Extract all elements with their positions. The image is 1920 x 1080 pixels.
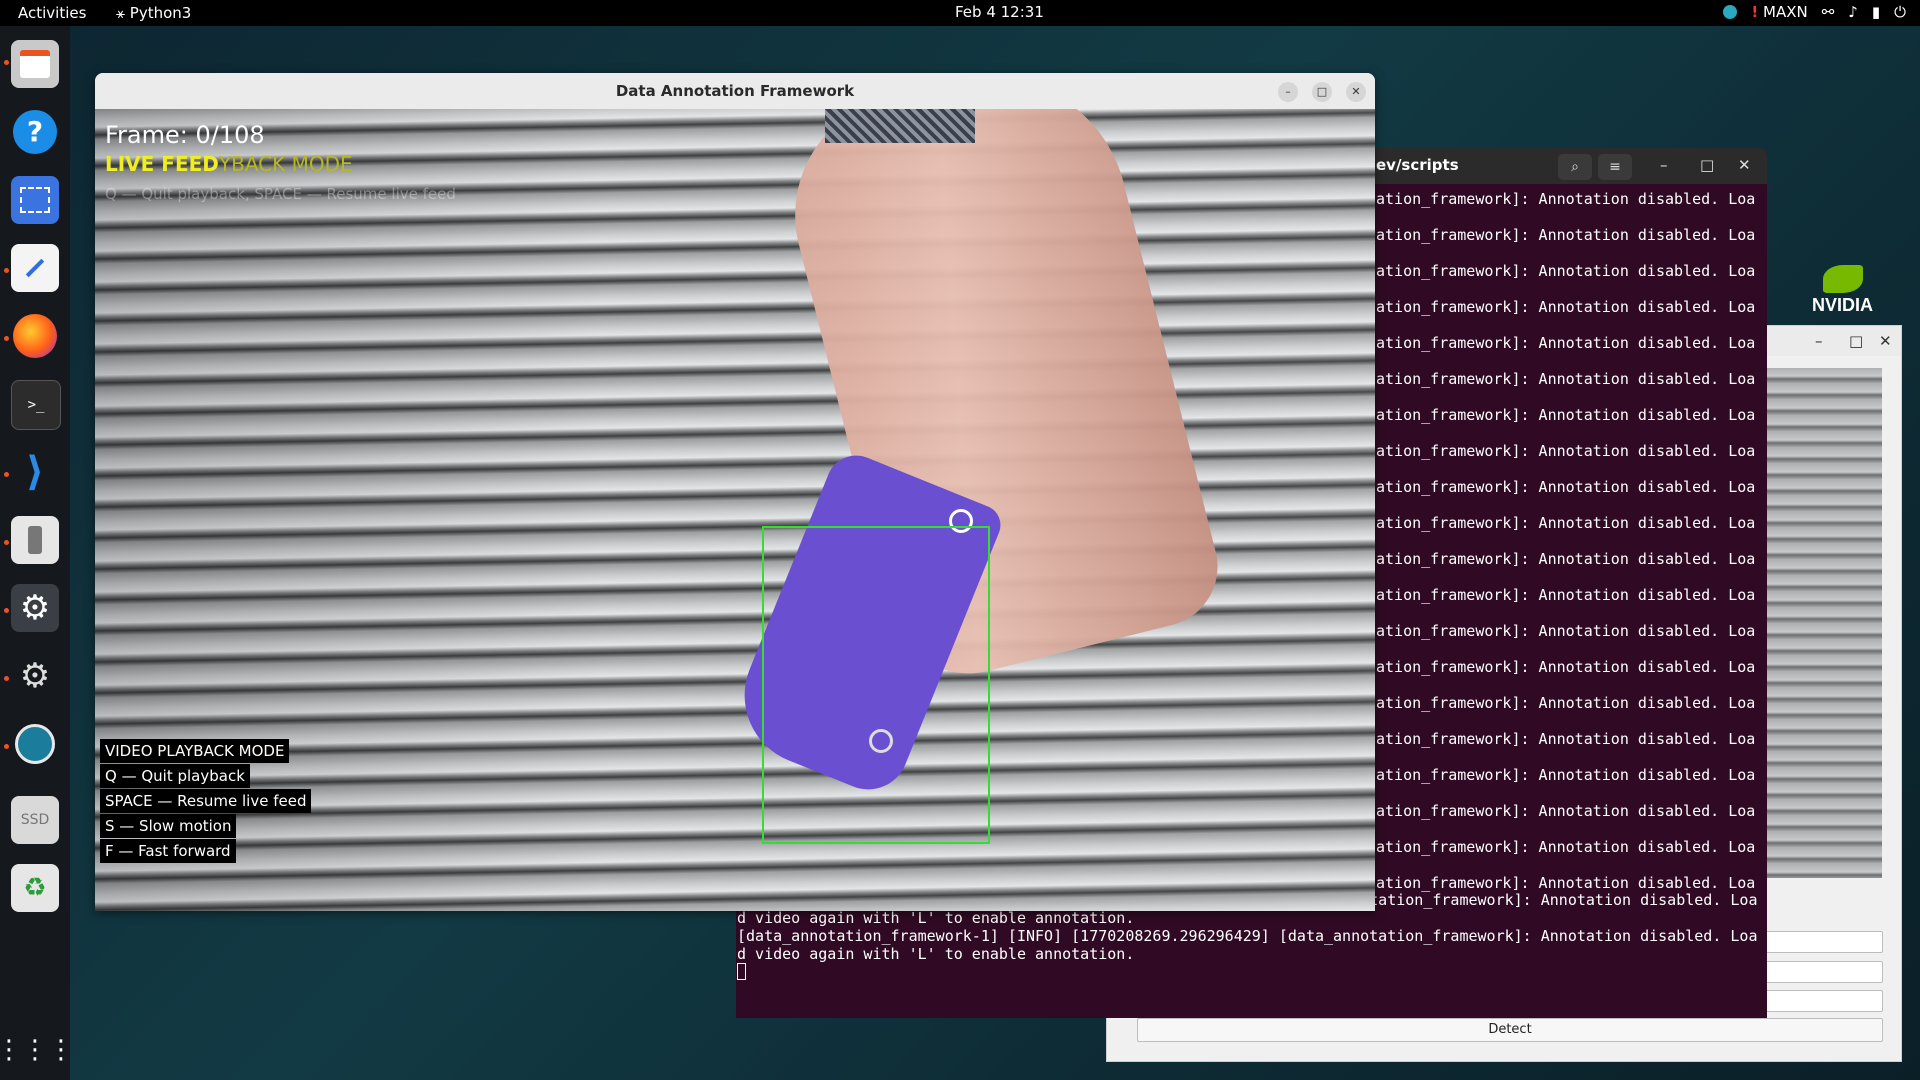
running-indicator bbox=[4, 268, 9, 273]
alert-icon: ! bbox=[1751, 3, 1759, 21]
firefox-icon[interactable] bbox=[11, 312, 59, 360]
power-mode-indicator[interactable]: ! MAXN bbox=[1751, 3, 1807, 21]
update-icon[interactable] bbox=[1723, 5, 1738, 19]
close-button[interactable]: ✕ bbox=[1879, 332, 1892, 350]
terminal-line: [data_annotation_framework-1] [INFO] [17… bbox=[737, 927, 1758, 945]
vscode-icon[interactable]: ⟩ bbox=[11, 448, 59, 496]
terminal-title: ev/scripts bbox=[1376, 156, 1459, 174]
text-editor-icon[interactable] bbox=[11, 244, 59, 292]
nvidia-logo: NVIDIA bbox=[1812, 265, 1873, 316]
legend-line: SPACE — Resume live feed bbox=[100, 789, 312, 813]
dock: ? >_ ⟩ ⚙ ⚙ SSD ♻ ⋮⋮⋮ bbox=[0, 26, 74, 1080]
minimize-button[interactable]: – bbox=[1278, 82, 1298, 102]
mode-playback-label: YBACK MODE bbox=[218, 152, 353, 176]
help-icon[interactable]: ? bbox=[11, 108, 59, 156]
search-icon[interactable]: ⌕ bbox=[1558, 154, 1592, 180]
top-bar: Activities ⚹ Python3 Feb 4 12:31 ! MAXN … bbox=[0, 0, 1920, 26]
app-menu[interactable]: ⚹ Python3 bbox=[116, 4, 191, 22]
main-window-titlebar[interactable]: Data Annotation Framework – □ ✕ bbox=[95, 73, 1375, 109]
maximize-button[interactable]: □ bbox=[1849, 332, 1863, 350]
battery-icon[interactable]: ▮ bbox=[1872, 3, 1880, 21]
legend-line: F — Fast forward bbox=[100, 839, 236, 863]
clock[interactable]: Feb 4 12:31 bbox=[955, 3, 1044, 21]
app-menu-label: Python3 bbox=[129, 4, 192, 22]
volume-icon[interactable]: ♪ bbox=[1848, 3, 1858, 21]
terminal-cursor bbox=[737, 963, 746, 980]
close-button[interactable]: ✕ bbox=[1346, 82, 1366, 102]
sleeve-image bbox=[825, 109, 975, 143]
app-grid-icon[interactable]: ⋮⋮⋮ bbox=[0, 1026, 74, 1074]
video-frame[interactable]: Frame: 0/108 LIVE FEEDYBACK MODE Q — Qui… bbox=[95, 109, 1375, 911]
terminal-icon[interactable]: >_ bbox=[11, 380, 61, 430]
settings-icon-2[interactable]: ⚙ bbox=[11, 652, 59, 700]
ssd-icon[interactable]: SSD bbox=[11, 796, 59, 844]
legend-line: Q — Quit playback bbox=[100, 764, 250, 788]
detection-bounding-box bbox=[762, 526, 990, 844]
legend-line: S — Slow motion bbox=[100, 814, 237, 838]
mode-indicator: LIVE FEEDYBACK MODE bbox=[105, 152, 353, 176]
detect-button[interactable]: Detect bbox=[1137, 1018, 1883, 1042]
window-title: Data Annotation Framework bbox=[615, 82, 855, 100]
nvidia-wordmark: NVIDIA bbox=[1812, 295, 1874, 315]
power-icon[interactable]: ⏻ bbox=[1894, 3, 1906, 21]
frame-counter: Frame: 0/108 bbox=[105, 121, 265, 149]
minimize-button[interactable]: – bbox=[1815, 332, 1823, 350]
trash-icon[interactable]: ♻ bbox=[11, 864, 59, 912]
files-icon[interactable] bbox=[11, 40, 59, 88]
maximize-button[interactable]: □ bbox=[1700, 156, 1714, 174]
running-indicator bbox=[4, 744, 9, 749]
menu-icon[interactable]: ≡ bbox=[1598, 154, 1632, 180]
remote-desktop-icon[interactable] bbox=[11, 720, 59, 768]
nvidia-eye-icon bbox=[1822, 265, 1863, 293]
power-mode-label: MAXN bbox=[1763, 3, 1808, 21]
running-indicator bbox=[4, 336, 9, 341]
usb-drive-icon[interactable] bbox=[11, 516, 59, 564]
legend-line: VIDEO PLAYBACK MODE bbox=[100, 739, 290, 763]
network-icon[interactable]: ⚯ bbox=[1822, 3, 1835, 21]
main-window[interactable]: Data Annotation Framework – □ ✕ Frame: 0… bbox=[95, 73, 1375, 911]
maximize-button[interactable]: □ bbox=[1312, 82, 1332, 102]
terminal-line: d video again with 'L' to enable annotat… bbox=[737, 945, 1135, 963]
running-indicator bbox=[4, 676, 9, 681]
running-indicator bbox=[4, 608, 9, 613]
minimize-button[interactable]: – bbox=[1660, 156, 1668, 174]
python-app-icon: ⚹ bbox=[116, 4, 130, 22]
faded-hint: Q — Quit playback, SPACE — Resume live f… bbox=[105, 185, 456, 203]
settings-icon[interactable]: ⚙ bbox=[11, 584, 59, 632]
activities-button[interactable]: Activities bbox=[18, 4, 86, 22]
mode-live-label: LIVE FEED bbox=[105, 152, 219, 176]
terminal-line: d video again with 'L' to enable annotat… bbox=[737, 909, 1135, 927]
running-indicator bbox=[4, 472, 9, 477]
preview-image bbox=[1767, 368, 1882, 878]
close-button[interactable]: ✕ bbox=[1738, 156, 1751, 174]
running-indicator bbox=[4, 540, 9, 545]
system-tray[interactable]: ! MAXN ⚯ ♪ ▮ ⏻ bbox=[1723, 3, 1906, 21]
screenshot-icon[interactable] bbox=[11, 176, 59, 224]
running-indicator bbox=[4, 60, 9, 65]
